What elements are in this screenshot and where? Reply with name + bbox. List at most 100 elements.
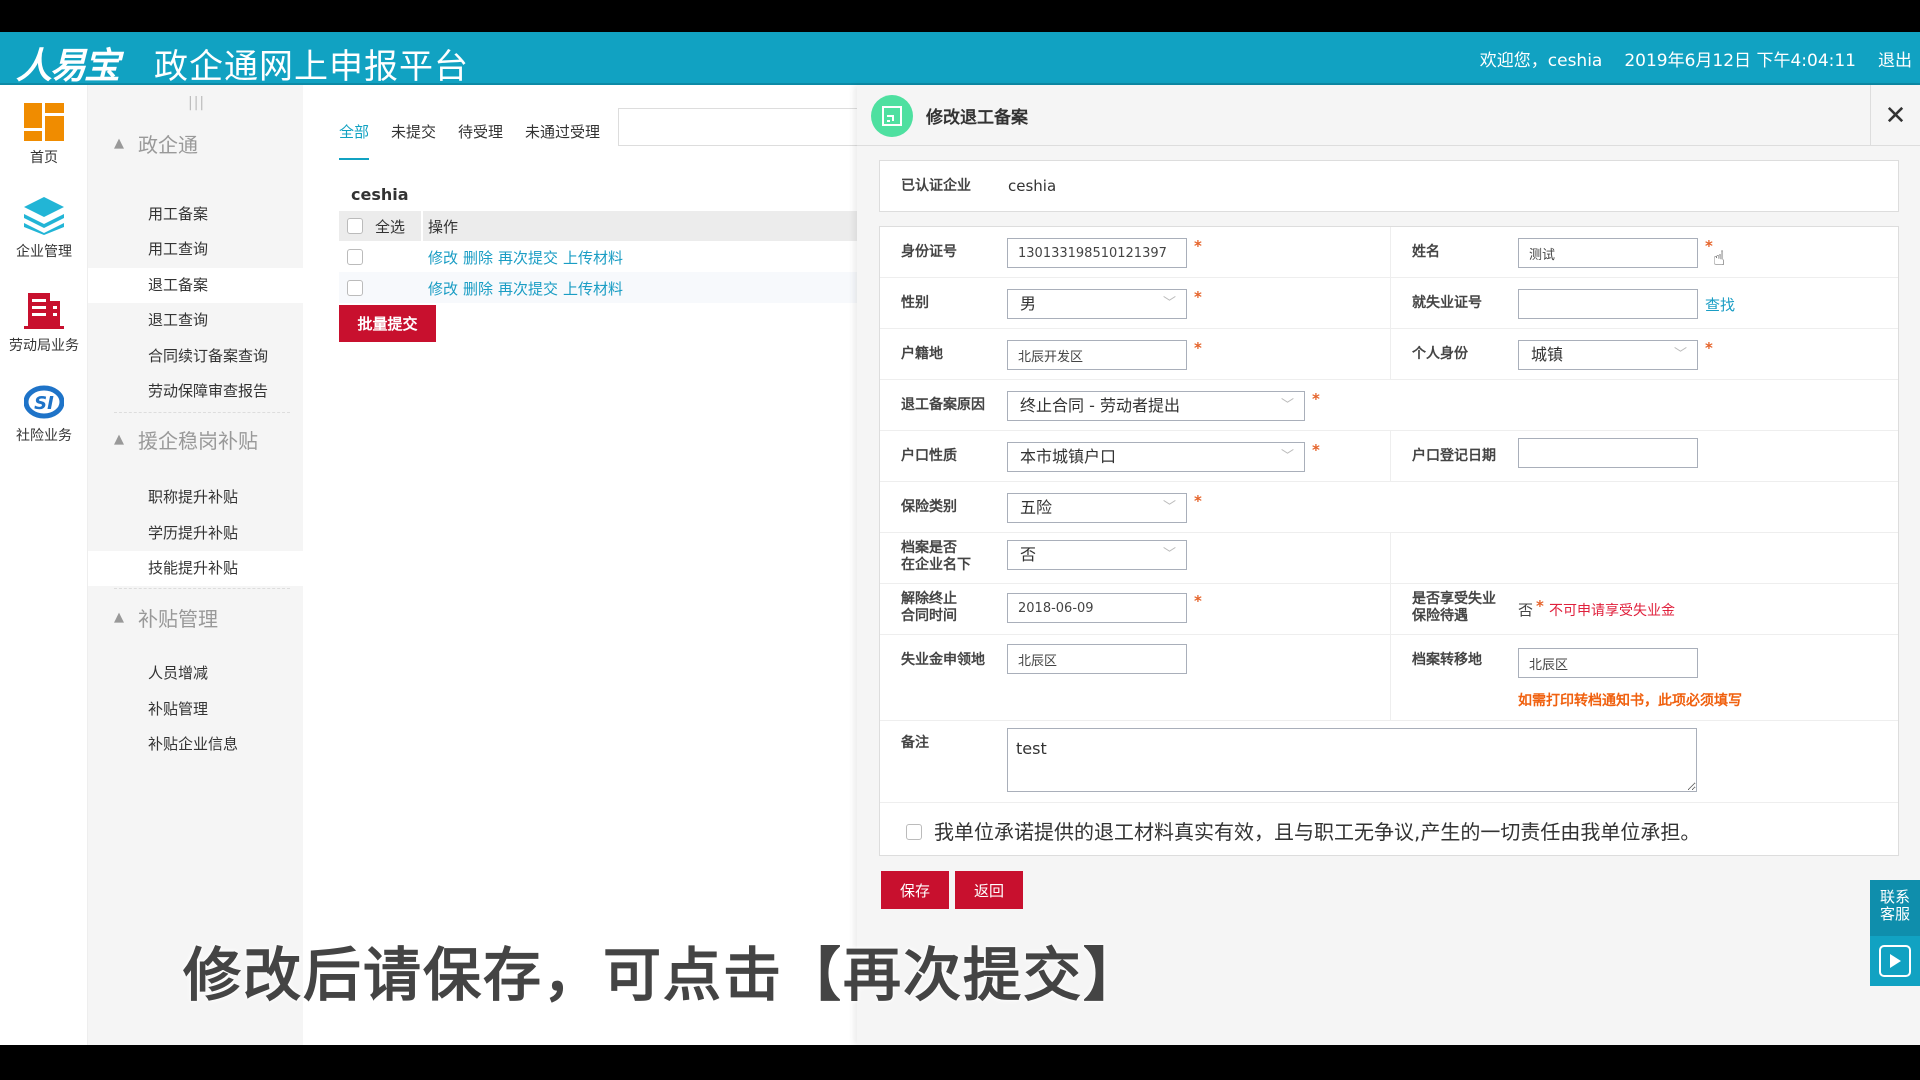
collapse-grip[interactable]: ||| [188, 95, 205, 111]
close-button[interactable]: ✕ [1870, 85, 1920, 146]
menu-item[interactable]: 合同续订备案查询 [88, 339, 303, 374]
home-grid-icon [24, 103, 64, 141]
search-input[interactable] [618, 108, 878, 146]
upload-link[interactable]: 上传材料 [563, 278, 623, 299]
certified-label: 已认证企业 [901, 178, 971, 194]
tab-rejected[interactable]: 未通过受理 [525, 121, 600, 160]
gender-label: 性别 [901, 295, 929, 311]
group-subsidy-management[interactable]: ▲ 补贴管理 [114, 603, 218, 632]
label-line: 保险待遇 [1412, 608, 1468, 624]
app-title: 政企通网上申报平台 [154, 47, 469, 87]
layers-icon [24, 197, 64, 235]
menu-item[interactable]: 人员增减 [88, 656, 303, 691]
archive-transfer-input[interactable] [1518, 648, 1698, 678]
promise-checkbox[interactable] [906, 824, 922, 840]
name-input[interactable] [1518, 238, 1698, 268]
select-all-label: 全选 [375, 218, 406, 236]
select-all-checkbox[interactable] [347, 218, 363, 234]
col-divider [1390, 430, 1391, 481]
edit-link[interactable]: 修改 [428, 278, 458, 299]
group-title-label: 援企稳岗补贴 [138, 429, 258, 453]
nav-social-insurance[interactable]: SI 社险业务 [0, 385, 88, 445]
row-divider [880, 379, 1898, 380]
nav-enterprise[interactable]: 企业管理 [0, 197, 88, 261]
promise-text: 我单位承诺提供的退工材料真实有效，且与职工无争议,产生的一切责任由我单位承担。 [934, 820, 1701, 844]
collapse-triangle-icon: ▲ [114, 610, 124, 625]
label-line: 是否享受失业 [1412, 591, 1496, 607]
household-place-label: 户籍地 [901, 346, 943, 362]
reason-value: 终止合同 - 劳动者提出 [1020, 396, 1180, 415]
batch-submit-button[interactable]: 批量提交 [339, 305, 436, 342]
group-stabilization-subsidy[interactable]: ▲ 援企稳岗补贴 [114, 425, 258, 454]
termination-date-input[interactable] [1007, 593, 1187, 623]
menu-item[interactable]: 用工查询 [88, 232, 303, 267]
play-video-button[interactable] [1879, 945, 1911, 977]
lookup-link[interactable]: 查找 [1705, 294, 1735, 315]
id-number-input[interactable] [1007, 238, 1187, 268]
menu-item[interactable]: 技能提升补贴 [88, 551, 303, 586]
upload-link[interactable]: 上传材料 [563, 247, 623, 268]
household-date-input[interactable] [1518, 438, 1698, 468]
datetime: 2019年6月12日 下午4:04:11 [1624, 51, 1856, 71]
panel-header: 修改退工备案 ✕ [857, 85, 1920, 146]
unemployment-benefit-label: 是否享受失业 保险待遇 [1412, 591, 1496, 625]
video-caption: 修改后请保存，可点击【再次提交】 [183, 941, 1144, 1009]
insurance-type-select[interactable]: 五险 ﹀ [1007, 493, 1187, 523]
archive-in-company-value: 否 [1020, 545, 1037, 564]
nav-home-label: 首页 [30, 150, 58, 166]
edit-link[interactable]: 修改 [428, 247, 458, 268]
row-divider [880, 720, 1898, 721]
menu-item[interactable]: 退工查询 [88, 303, 303, 338]
reason-label: 退工备案原因 [901, 397, 985, 413]
save-button[interactable]: 保存 [881, 871, 949, 909]
menu-item[interactable]: 用工备案 [88, 197, 303, 232]
nav-home[interactable]: 首页 [0, 103, 88, 167]
menu-item[interactable]: 劳动保障审查报告 [88, 374, 303, 409]
tab-pending[interactable]: 待受理 [458, 121, 503, 160]
archive-transfer-label: 档案转移地 [1412, 652, 1482, 668]
contact-service-button[interactable]: 联系客服 [1870, 880, 1920, 936]
nav-labor-bureau[interactable]: 劳动局业务 [0, 291, 88, 355]
remark-textarea[interactable]: test [1007, 728, 1697, 792]
delete-link[interactable]: 删除 [463, 278, 493, 299]
nav-enterprise-label: 企业管理 [16, 244, 72, 260]
menu-item[interactable]: 补贴企业信息 [88, 727, 303, 762]
reason-select[interactable]: 终止合同 - 劳动者提出 ﹀ [1007, 391, 1305, 421]
menu-item-active[interactable]: 退工备案 [88, 268, 303, 303]
resubmit-link[interactable]: 再次提交 [498, 247, 558, 268]
tab-unsubmitted[interactable]: 未提交 [391, 121, 436, 160]
chevron-down-icon: ﹀ [1162, 547, 1176, 562]
nav-social-insurance-label: 社险业务 [16, 428, 72, 444]
tab-all[interactable]: 全部 [339, 121, 370, 160]
household-place-input[interactable] [1007, 340, 1187, 370]
household-date-label: 户口登记日期 [1412, 448, 1496, 464]
resubmit-link[interactable]: 再次提交 [498, 278, 558, 299]
customer-service-widget: 联系客服 [1870, 880, 1920, 986]
delete-link[interactable]: 删除 [463, 247, 493, 268]
row-checkbox[interactable] [347, 249, 363, 265]
logout-link[interactable]: 退出 [1878, 46, 1912, 71]
id-number-label: 身份证号 [901, 244, 957, 260]
personal-status-select[interactable]: 城镇 ﹀ [1518, 340, 1698, 370]
top-bar: 人易宝 政企通网上申报平台 欢迎您，ceshia 2019年6月12日 下午4:… [0, 32, 1920, 87]
menu-item[interactable]: 职称提升补贴 [88, 480, 303, 515]
certified-company-card: 已认证企业 ceshia [879, 160, 1899, 212]
employment-cert-label: 就失业证号 [1412, 295, 1482, 311]
back-button[interactable]: 返回 [955, 871, 1023, 909]
archive-in-company-select[interactable]: 否 ﹀ [1007, 540, 1187, 570]
required-mark: * [1312, 441, 1320, 459]
gender-select[interactable]: 男 ﹀ [1007, 289, 1187, 319]
benefit-place-input[interactable] [1007, 644, 1187, 674]
household-type-select[interactable]: 本市城镇户口 ﹀ [1007, 442, 1305, 472]
row-checkbox[interactable] [347, 280, 363, 296]
svg-text:SI: SI [34, 393, 54, 414]
label-line: 在企业名下 [901, 557, 971, 573]
employment-cert-input[interactable] [1518, 289, 1698, 319]
personal-status-value: 城镇 [1531, 345, 1564, 364]
col-divider [1390, 227, 1391, 379]
label-line: 解除终止 [901, 591, 957, 607]
household-type-value: 本市城镇户口 [1020, 447, 1117, 466]
menu-item[interactable]: 学历提升补贴 [88, 516, 303, 551]
menu-item[interactable]: 补贴管理 [88, 692, 303, 727]
group-zhengqitong[interactable]: ▲ 政企通 [114, 129, 198, 158]
